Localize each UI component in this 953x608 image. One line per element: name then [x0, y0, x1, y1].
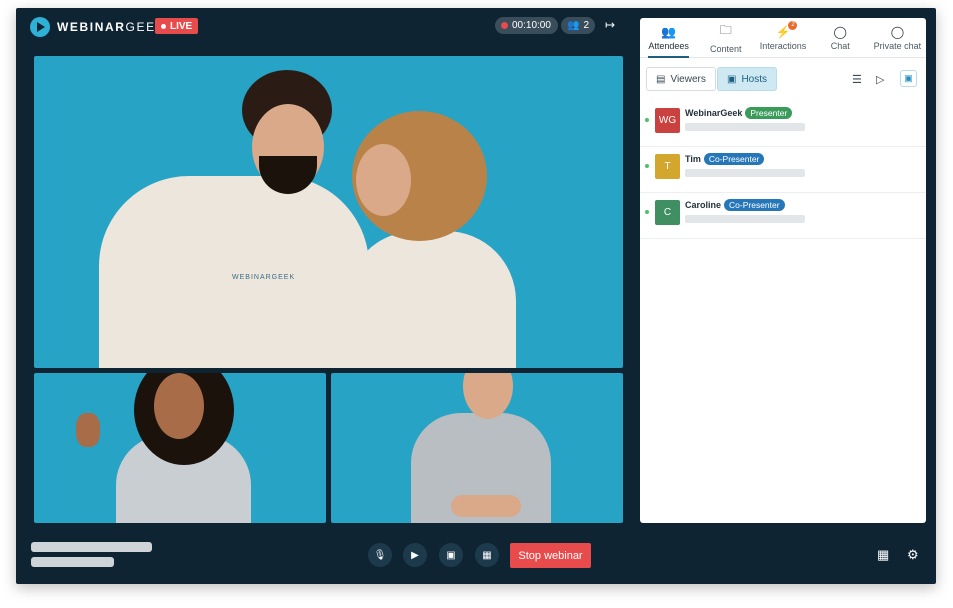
- avatar: C: [655, 200, 680, 225]
- attendees-panel: 👥 Attendees 🗀 Content ⚡ 2 Interactions ◯ …: [640, 18, 926, 523]
- interactions-badge: 2: [788, 20, 798, 30]
- tab-chat[interactable]: ◯ Chat: [812, 18, 869, 57]
- host-name: Tim Co-Presenter: [685, 153, 765, 165]
- people-icon: 👥: [661, 24, 677, 39]
- viewers-icon: ▤: [656, 73, 666, 85]
- timer-value: 00:10:00: [512, 20, 551, 31]
- logo-text: WEBINARGEEK: [57, 20, 165, 34]
- avatar: WG: [655, 108, 680, 133]
- microphone-button[interactable]: 🎙: [368, 543, 392, 567]
- private-chat-icon: ◯: [890, 24, 905, 39]
- attendee-count-pill[interactable]: 👥 2: [561, 17, 596, 34]
- host-row[interactable]: WG WebinarGeek Presenter: [640, 101, 926, 147]
- role-badge: Co-Presenter: [724, 199, 785, 211]
- attendee-count: 2: [583, 20, 590, 31]
- tab-content[interactable]: 🗀 Content: [697, 18, 754, 57]
- image-button[interactable]: ▦: [475, 543, 499, 567]
- attendee-filter-row: ▤ Viewers ▣ Hosts ☰ ▷ ▣: [640, 58, 926, 94]
- webinar-subtitle-placeholder: [31, 557, 114, 567]
- main-video-tile: WEBINARGEEK: [34, 56, 623, 368]
- settings-gear-icon[interactable]: ⚙: [907, 547, 919, 563]
- online-status-icon: [645, 118, 649, 122]
- hoodie-logo-text: WEBINARGEEK: [232, 274, 296, 281]
- webinargeek-logo: WEBINARGEEK: [30, 17, 165, 37]
- screen-share-icon: ▣: [446, 549, 456, 561]
- online-status-icon: [645, 210, 649, 214]
- tab-label: Attendees: [648, 40, 689, 51]
- hosts-icon: ▣: [727, 73, 737, 85]
- leave-icon[interactable]: ↦: [605, 18, 615, 32]
- tab-label: Chat: [830, 40, 850, 51]
- host-name: Caroline Co-Presenter: [685, 199, 785, 211]
- viewers-label: Viewers: [670, 73, 706, 85]
- recording-dot-icon: [501, 22, 508, 29]
- microphone-icon: 🎙: [373, 549, 387, 561]
- video-tile-caroline: [34, 373, 326, 523]
- host-detail-placeholder: [685, 169, 805, 177]
- broadcast-timer: 00:10:00: [495, 17, 558, 34]
- host-detail-placeholder: [685, 215, 805, 223]
- filter-icon[interactable]: ☰: [852, 73, 862, 86]
- host-row[interactable]: C Caroline Co-Presenter: [640, 193, 926, 239]
- role-badge: Co-Presenter: [703, 153, 765, 165]
- viewers-toggle[interactable]: ▤ Viewers: [646, 67, 716, 91]
- logo-bold: WEBINAR: [57, 20, 126, 34]
- play-logo-icon: [30, 17, 50, 37]
- view-mode-icon[interactable]: ▣: [900, 70, 917, 87]
- hosts-label: Hosts: [741, 73, 768, 85]
- tab-label: Interactions: [759, 40, 807, 51]
- hosts-toggle[interactable]: ▣ Hosts: [717, 67, 778, 91]
- webinar-title-placeholder: [31, 542, 152, 552]
- layout-icon[interactable]: ▦: [877, 547, 889, 563]
- host-name-text: Caroline: [685, 200, 722, 210]
- tab-interactions[interactable]: ⚡ 2 Interactions: [754, 18, 811, 57]
- image-icon: ▦: [482, 549, 492, 561]
- camera-icon: ▶: [411, 549, 419, 561]
- tab-label: Content: [710, 44, 742, 54]
- stop-webinar-button[interactable]: Stop webinar: [510, 543, 591, 568]
- people-icon: 👥: [567, 20, 580, 31]
- host-name-text: Tim: [685, 154, 701, 164]
- host-name-text: WebinarGeek: [685, 108, 743, 118]
- camera-button[interactable]: ▶: [403, 543, 427, 567]
- host-detail-placeholder: [685, 123, 805, 131]
- chat-icon: ◯: [833, 24, 847, 39]
- host-name: WebinarGeek Presenter: [685, 107, 793, 119]
- online-status-icon: [645, 164, 649, 168]
- live-badge: LIVE: [155, 18, 199, 34]
- screen-share-button[interactable]: ▣: [439, 543, 463, 567]
- avatar: T: [655, 154, 680, 179]
- live-dot-icon: [161, 23, 166, 29]
- role-badge: Presenter: [745, 107, 793, 119]
- video-tile-tim: [331, 373, 623, 523]
- panel-tabs: 👥 Attendees 🗀 Content ⚡ 2 Interactions ◯ …: [640, 18, 926, 58]
- export-icon[interactable]: ▷: [876, 73, 884, 86]
- tab-attendees[interactable]: 👥 Attendees: [640, 18, 697, 58]
- tab-label: Private chat: [873, 40, 922, 51]
- webinar-app: WEBINARGEEK LIVE 00:10:00 👥 2 ↦ WEBINARG…: [16, 8, 936, 584]
- bolt-icon: ⚡ 2: [776, 20, 798, 39]
- tab-private-chat[interactable]: ◯ Private chat: [869, 18, 926, 57]
- live-label: LIVE: [170, 20, 193, 32]
- host-row[interactable]: T Tim Co-Presenter: [640, 147, 926, 193]
- folder-icon: 🗀: [719, 23, 732, 37]
